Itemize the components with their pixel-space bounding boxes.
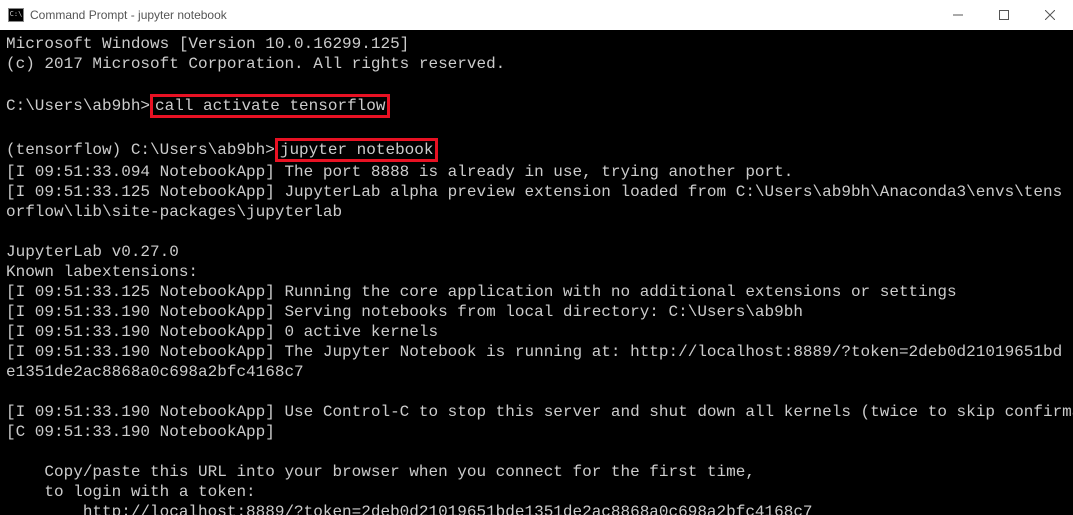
output-line: [I 09:51:33.190 NotebookApp] 0 active ke… (6, 323, 438, 341)
highlighted-command: jupyter notebook (275, 138, 439, 162)
output-line: (c) 2017 Microsoft Corporation. All righ… (6, 55, 505, 73)
prompt-text: C:\Users\ab9bh> (6, 97, 150, 115)
terminal-output[interactable]: Microsoft Windows [Version 10.0.16299.12… (0, 30, 1073, 515)
output-line: [I 09:51:33.190 NotebookApp] The Jupyter… (6, 342, 1066, 382)
cmd-icon (8, 8, 24, 22)
window-title: Command Prompt - jupyter notebook (30, 8, 227, 22)
prompt-line: C:\Users\ab9bh>call activate tensorflow (6, 97, 390, 115)
minimize-button[interactable] (935, 0, 981, 30)
output-line: JupyterLab v0.27.0 (6, 243, 179, 261)
titlebar[interactable]: Command Prompt - jupyter notebook (0, 0, 1073, 30)
output-line: [I 09:51:33.125 NotebookApp] Running the… (6, 283, 957, 301)
command-prompt-window: Command Prompt - jupyter notebook Micros… (0, 0, 1073, 515)
maximize-button[interactable] (981, 0, 1027, 30)
maximize-icon (999, 10, 1009, 20)
output-line: [C 09:51:33.190 NotebookApp] (6, 423, 275, 441)
output-line: http://localhost:8889/?token=2deb0d21019… (6, 503, 813, 515)
output-line: Copy/paste this URL into your browser wh… (6, 463, 755, 481)
close-button[interactable] (1027, 0, 1073, 30)
output-line: to login with a token: (6, 483, 256, 501)
minimize-icon (953, 10, 963, 20)
output-line: [I 09:51:33.094 NotebookApp] The port 88… (6, 163, 793, 181)
output-line: Microsoft Windows [Version 10.0.16299.12… (6, 35, 409, 53)
output-line: Known labextensions: (6, 263, 198, 281)
output-line: [I 09:51:33.190 NotebookApp] Use Control… (6, 403, 1073, 421)
prompt-text: (tensorflow) C:\Users\ab9bh> (6, 141, 275, 159)
prompt-line: (tensorflow) C:\Users\ab9bh>jupyter note… (6, 141, 438, 159)
highlighted-command: call activate tensorflow (150, 94, 390, 118)
output-line: [I 09:51:33.125 NotebookApp] JupyterLab … (6, 182, 1066, 222)
output-line: [I 09:51:33.190 NotebookApp] Serving not… (6, 303, 803, 321)
window-controls (935, 0, 1073, 29)
close-icon (1045, 10, 1055, 20)
